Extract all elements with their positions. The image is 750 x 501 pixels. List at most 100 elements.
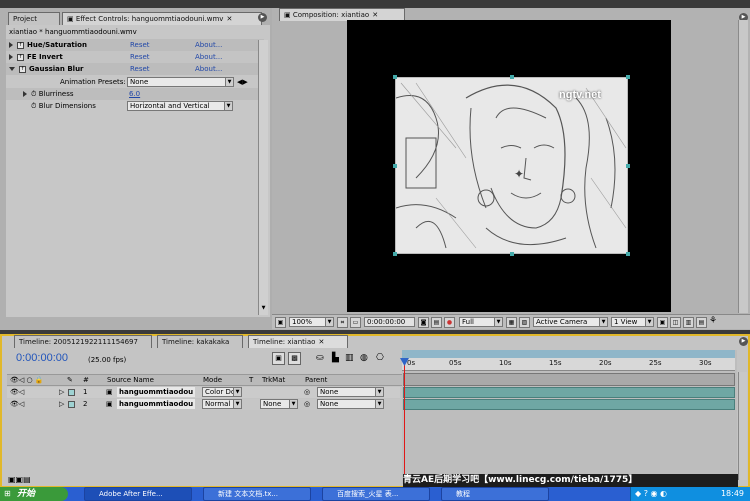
grid-toggle-icon[interactable]: ▣ xyxy=(657,317,668,328)
label-color-swatch[interactable] xyxy=(68,401,75,408)
footage-layer-image[interactable]: ✦ ngtv.net xyxy=(395,77,628,254)
preset-nav-icons[interactable]: ◀▶ xyxy=(237,76,248,88)
tray-icons[interactable]: ◆ ? ◉ ◐ xyxy=(635,489,667,498)
layer-handle[interactable] xyxy=(626,164,630,168)
fast-preview-icon[interactable]: ◫ xyxy=(670,317,681,328)
tab-project[interactable]: Project xyxy=(8,12,60,25)
timeline-scrollbar[interactable] xyxy=(738,372,747,480)
safe-margins-icon[interactable]: ⌗ xyxy=(337,317,348,328)
label-color-swatch[interactable] xyxy=(68,389,75,396)
pickwhip-icon[interactable]: ◎ xyxy=(304,387,310,397)
effect-row-hue-saturation[interactable]: f Hue/Saturation Reset About... xyxy=(6,39,264,51)
taskbar-item-notepad[interactable]: 新建 文本文档.tx... xyxy=(203,487,311,501)
timeline-toggle-icon[interactable]: ▤ xyxy=(696,317,707,328)
tab-effect-controls[interactable]: ▣ Effect Controls: hanguommtiaodouni.wmv… xyxy=(62,12,262,25)
resolution-dropdown[interactable]: Full ▼ xyxy=(459,317,503,327)
about-link[interactable]: About... xyxy=(195,51,222,63)
tab-timeline-2[interactable]: Timeline: kakakaka xyxy=(157,335,243,348)
mode-header[interactable]: Mode xyxy=(203,376,222,384)
layer-name[interactable]: hanguommtiaodou xyxy=(117,399,196,409)
blurriness-value[interactable]: 6.0 xyxy=(129,88,140,100)
trkmat-dropdown[interactable]: None ▼ xyxy=(260,399,298,409)
layer-handle[interactable] xyxy=(626,75,630,79)
layer-handle[interactable] xyxy=(393,252,397,256)
parent-header[interactable]: Parent xyxy=(305,376,327,384)
flowchart-network-icon[interactable]: ⚘ xyxy=(709,316,717,326)
color-channel-icon[interactable]: ● xyxy=(444,317,455,328)
live-update-icon[interactable]: ▩ xyxy=(288,352,301,365)
fx-toggle-icon[interactable]: f xyxy=(19,65,26,73)
expand-triangle-icon[interactable]: ▷ xyxy=(59,387,64,397)
comp-mini-flowchart-icon[interactable]: ▣ xyxy=(272,352,285,365)
close-icon[interactable]: ✕ xyxy=(318,338,324,346)
always-preview-icon[interactable]: ▣ xyxy=(275,317,286,328)
view-layout-dropdown[interactable]: 1 View ▼ xyxy=(611,317,654,327)
layer-row-1[interactable]: 👁◁ ▷ 1 ▣ hanguommtiaodou Color Dc ▼ ◎ Non… xyxy=(7,387,400,398)
region-of-interest-icon[interactable]: ▭ xyxy=(350,317,361,328)
mode-dropdown[interactable]: Color Dc ▼ xyxy=(202,387,242,397)
camera-dropdown[interactable]: Active Camera ▼ xyxy=(533,317,608,327)
about-link[interactable]: About... xyxy=(195,63,222,75)
effect-row-fe-invert[interactable]: f FE Invert Reset About... xyxy=(6,51,264,63)
collapse-triangle-icon[interactable] xyxy=(9,67,15,71)
layer-handle[interactable] xyxy=(393,75,397,79)
panel-menu-icon[interactable]: ▶ xyxy=(739,337,748,346)
parent-dropdown[interactable]: None ▼ xyxy=(317,387,384,397)
expand-triangle-icon[interactable]: ▷ xyxy=(59,399,64,409)
composition-scrollbar[interactable] xyxy=(738,20,748,313)
visibility-icon[interactable]: 👁◁ xyxy=(10,399,24,409)
expand-triangle-icon[interactable] xyxy=(23,91,27,97)
pickwhip-icon[interactable]: ◎ xyxy=(304,399,310,409)
time-navigator[interactable] xyxy=(402,350,735,358)
t-header[interactable]: T xyxy=(249,376,253,384)
layer-1-duration-bar[interactable] xyxy=(403,387,735,398)
parent-dropdown[interactable]: None ▼ xyxy=(317,399,384,409)
layer-row-2[interactable]: 👁◁ ▷ 2 ▣ hanguommtiaodou Normal ▼ None ▼ ◎… xyxy=(7,399,400,410)
fx-toggle-icon[interactable]: f xyxy=(17,53,24,61)
reset-link[interactable]: Reset xyxy=(130,63,150,75)
close-icon[interactable]: ✕ xyxy=(226,15,232,23)
scroll-down-icon[interactable]: ▼ xyxy=(259,305,268,311)
layer-handle[interactable] xyxy=(510,75,514,79)
expand-triangle-icon[interactable] xyxy=(9,54,13,60)
show-snapshot-icon[interactable]: ▤ xyxy=(431,317,442,328)
reset-link[interactable]: Reset xyxy=(130,51,150,63)
layer-name[interactable]: hanguommtiaodou xyxy=(117,387,196,397)
effect-controls-scrollbar[interactable]: ▼ xyxy=(258,40,268,315)
close-icon[interactable]: ✕ xyxy=(372,11,378,19)
brainstorm-icon[interactable]: ⎔ xyxy=(376,353,384,363)
visibility-icon[interactable]: 👁◁ xyxy=(10,387,24,397)
effect-row-gaussian-blur[interactable]: f Gaussian Blur Reset About... xyxy=(6,63,264,75)
timeline-bottom-icons[interactable]: ▣▣▤ xyxy=(8,475,31,484)
about-link[interactable]: About... xyxy=(195,39,222,51)
draft-3d-icon[interactable]: ⛀ xyxy=(316,353,324,363)
zoom-dropdown[interactable]: 100% ▼ xyxy=(289,317,334,327)
timecode-field[interactable]: 0:00:00:00 xyxy=(364,317,415,327)
current-time-indicator[interactable] xyxy=(404,358,405,484)
blur-dimensions-dropdown[interactable]: Horizontal and Vertical ▼ xyxy=(127,101,233,111)
snapshot-icon[interactable]: ◙ xyxy=(418,317,429,328)
source-name-header[interactable]: Source Name xyxy=(107,376,154,384)
expand-triangle-icon[interactable] xyxy=(9,42,13,48)
stopwatch-icon[interactable]: ⏱ xyxy=(31,102,36,110)
layer-handle[interactable] xyxy=(393,164,397,168)
motion-blur-icon[interactable]: ◍ xyxy=(360,353,368,363)
tab-timeline-3[interactable]: Timeline: xiantiao ✕ xyxy=(248,335,348,348)
fx-toggle-icon[interactable]: f xyxy=(17,41,24,49)
stopwatch-icon[interactable]: ⏱ xyxy=(31,90,36,98)
hide-shy-layers-icon[interactable]: ▙ xyxy=(332,353,339,363)
layer-2-duration-bar[interactable] xyxy=(403,399,735,410)
work-area-bar[interactable] xyxy=(403,373,735,386)
current-time-display[interactable]: 0:00:00:00 xyxy=(16,352,68,364)
taskbar-item-folder[interactable]: 教程 xyxy=(441,487,549,501)
tab-timeline-1[interactable]: Timeline: 2005121922111154697 xyxy=(14,335,152,348)
trkmat-header[interactable]: TrkMat xyxy=(262,376,285,384)
pixel-aspect-icon[interactable]: ▨ xyxy=(519,317,530,328)
flowchart-icon[interactable]: ▥ xyxy=(683,317,694,328)
layer-handle[interactable] xyxy=(626,252,630,256)
animation-presets-dropdown[interactable]: None ▼ xyxy=(127,77,234,87)
taskbar-item-after-effects[interactable]: Adobe After Effe... xyxy=(84,487,192,501)
transparency-grid-icon[interactable]: ▦ xyxy=(506,317,517,328)
panel-menu-icon[interactable]: ▶ xyxy=(258,13,267,22)
frame-blending-icon[interactable]: ▥ xyxy=(345,353,354,363)
